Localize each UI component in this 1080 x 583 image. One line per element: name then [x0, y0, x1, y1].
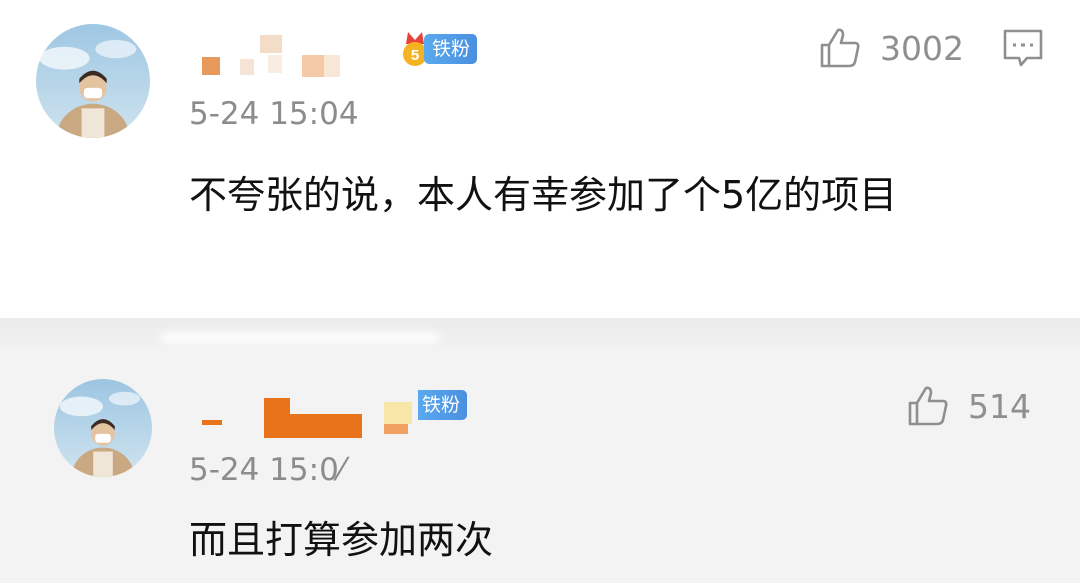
like-count: 3002	[880, 28, 964, 68]
svg-text:5: 5	[411, 47, 419, 64]
reply-icon[interactable]	[1002, 28, 1044, 70]
avatar-image	[36, 24, 150, 138]
comment-item[interactable]: 铁粉 5-24 15:0⁄ 而且打算参加两次 514	[0, 348, 1080, 583]
comment-text: 而且打算参加两次	[189, 518, 494, 562]
thumbs-up-icon	[820, 28, 860, 68]
thumbs-up-icon	[908, 386, 948, 426]
fan-badge: 铁粉	[424, 34, 478, 64]
timestamp: 5-24 15:04	[189, 96, 359, 132]
censor-block	[384, 402, 412, 424]
censor-block	[260, 35, 282, 53]
censor-block	[268, 55, 282, 73]
censor-block	[202, 420, 222, 425]
censor-block	[264, 414, 362, 438]
username-redacted[interactable]	[198, 33, 398, 79]
censor-block	[240, 59, 254, 75]
like-count: 514	[968, 386, 1031, 426]
username-redacted[interactable]	[198, 396, 428, 442]
censor-block	[384, 424, 408, 434]
like-button[interactable]: 3002	[818, 26, 964, 70]
avatar[interactable]	[36, 24, 150, 138]
censor-block	[324, 55, 340, 77]
censor-block	[202, 57, 220, 75]
avatar[interactable]	[54, 379, 152, 477]
timestamp: 5-24 15:0⁄	[189, 452, 344, 488]
blur-artifact	[160, 332, 440, 344]
comment-divider	[0, 318, 1080, 348]
censor-block	[264, 398, 290, 414]
comment-item[interactable]: 5 铁粉 5-24 15:04 不夸张的说，本人有幸参加了个5亿的项目 3002	[0, 0, 1080, 318]
avatar-image	[54, 379, 152, 477]
like-button[interactable]: 514	[906, 384, 1031, 428]
fan-badge: 铁粉	[418, 390, 468, 420]
comment-text: 不夸张的说，本人有幸参加了个5亿的项目	[189, 173, 898, 217]
censor-block	[302, 55, 324, 77]
